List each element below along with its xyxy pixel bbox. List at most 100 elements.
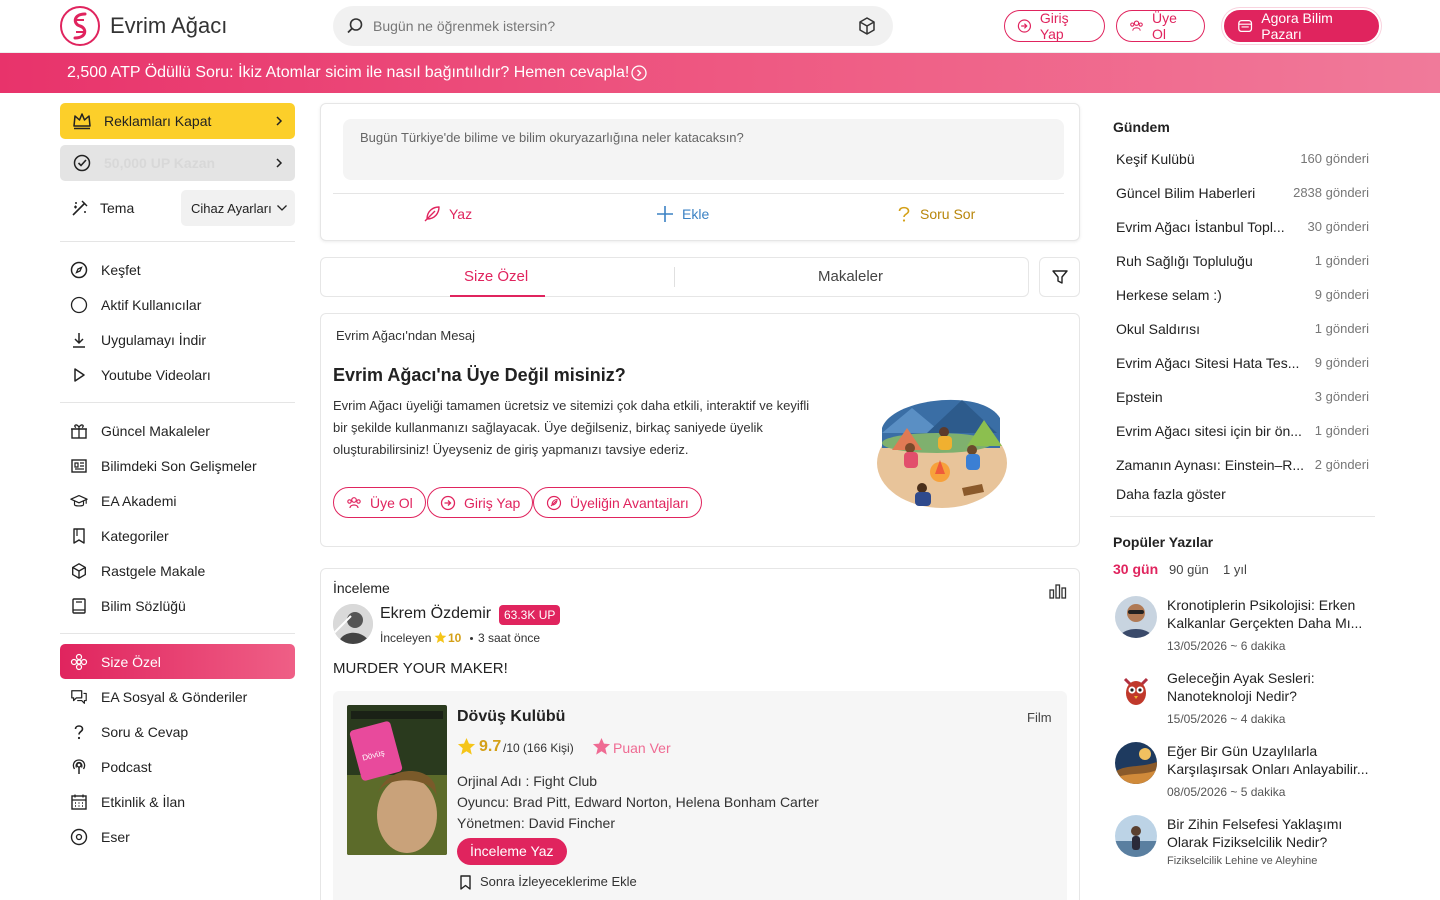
random-cube-icon[interactable] xyxy=(857,16,877,36)
agenda-item[interactable]: Okul Saldırısı 1 gönderi xyxy=(1116,321,1369,337)
write-button[interactable]: Yaz xyxy=(423,205,472,223)
sidebar-item-dictionary[interactable]: Bilim Sözlüğü xyxy=(70,594,186,618)
agenda-item[interactable]: Evrim Ağacı Sitesi Hata Tes... 9 gönderi xyxy=(1116,355,1369,371)
sidebar-item-science-news[interactable]: Bilimdeki Son Gelişmeler xyxy=(70,454,257,478)
popular-item-title[interactable]: Kronotiplerin Psikolojisi: Erken Kalkanl… xyxy=(1167,596,1372,632)
review-author[interactable]: Ekrem Özdemir xyxy=(380,605,491,623)
login-icon xyxy=(1017,19,1032,33)
sidebar-item-label: EA Sosyal & Gönderiler xyxy=(101,689,248,705)
theme-select[interactable]: Cihaz Ayarları xyxy=(181,190,295,226)
rate-button[interactable]: Puan Ver xyxy=(613,740,671,756)
movie-title[interactable]: Dövüş Kulübü xyxy=(457,708,565,726)
agenda-item[interactable]: Herkese selam :) 9 gönderi xyxy=(1116,287,1369,303)
membership-benefits-button[interactable]: Üyeliğin Avantajları xyxy=(533,487,702,518)
up-badge: 63.3K UP xyxy=(499,605,561,625)
chevron-down-icon xyxy=(276,205,287,211)
sidebar-item-active-users[interactable]: Aktif Kullanıcılar xyxy=(70,293,201,317)
banner-text[interactable]: 2,500 ATP Ödüllü Soru: İkiz Atomlar sici… xyxy=(67,64,629,82)
period-90-days[interactable]: 90 gün xyxy=(1169,562,1209,577)
popular-item-title[interactable]: Bir Zihin Felsefesi Yaklaşımı Olarak Fiz… xyxy=(1167,815,1372,851)
agenda-item[interactable]: Keşif Kulübü 160 gönderi xyxy=(1116,151,1369,167)
sidebar-item-podcast[interactable]: Podcast xyxy=(70,755,152,779)
sidebar-item-categories[interactable]: Kategoriler xyxy=(70,524,169,548)
search-bar[interactable]: Bugün ne öğrenmek istersin? xyxy=(333,6,893,46)
agenda-item[interactable]: Güncel Bilim Haberleri 2838 gönderi xyxy=(1116,185,1369,201)
sidebar-item-download-app[interactable]: Uygulamayı İndir xyxy=(70,328,206,352)
sidebar-item-qa[interactable]: Soru & Cevap xyxy=(70,720,188,744)
sidebar-item-current-articles[interactable]: Güncel Makaleler xyxy=(70,419,210,443)
popular-item-title[interactable]: Geleceğin Ayak Sesleri: Nanoteknoloji Ne… xyxy=(1167,669,1372,705)
sidebar-item-academy[interactable]: EA Akademi xyxy=(70,489,177,513)
avatar[interactable] xyxy=(1115,742,1157,784)
close-ads-button[interactable]: Reklamları Kapat xyxy=(60,103,295,139)
feather-icon xyxy=(546,495,562,510)
watchlist-button[interactable]: Sonra İzleyeceklerime Ekle xyxy=(480,874,637,889)
sidebar-item-works[interactable]: Eser xyxy=(70,825,130,849)
earn-up-button[interactable]: 50,000 UP Kazan xyxy=(60,145,295,181)
filter-button[interactable] xyxy=(1039,257,1080,297)
agenda-item-name: Evrim Ağacı İstanbul Topl... xyxy=(1116,219,1285,235)
book-icon xyxy=(70,527,88,545)
rate-star-icon[interactable] xyxy=(592,737,611,756)
agenda-item-name: Evrim Ağacı sitesi için bir ön... xyxy=(1116,423,1302,439)
login-button[interactable]: Giriş Yap xyxy=(1004,10,1105,42)
movie-type: Film xyxy=(1027,710,1052,725)
arrow-circle-icon[interactable] xyxy=(631,65,647,81)
agenda-item-name: Epstein xyxy=(1116,389,1163,405)
avatar[interactable] xyxy=(1115,815,1157,857)
bookmark-icon[interactable] xyxy=(459,875,472,890)
sidebar-item-youtube[interactable]: Youtube Videoları xyxy=(70,363,211,387)
agenda-item[interactable]: Ruh Sağlığı Topluluğu 1 gönderi xyxy=(1116,253,1369,269)
reviewer-role: İnceleyen xyxy=(380,631,432,645)
podcast-icon xyxy=(70,758,88,776)
promo-banner[interactable]: 2,500 ATP Ödüllü Soru: İkiz Atomlar sici… xyxy=(0,53,1440,93)
agora-button[interactable]: Agora Bilim Pazarı xyxy=(1224,10,1379,42)
tab-articles[interactable]: Makaleler xyxy=(818,268,883,285)
agenda-item-count: 1 gönderi xyxy=(1314,423,1369,438)
stats-icon[interactable] xyxy=(1048,582,1068,600)
tab-personal[interactable]: Size Özel xyxy=(464,268,528,285)
sidebar-item-label: Güncel Makaleler xyxy=(101,423,210,439)
agora-label: Agora Bilim Pazarı xyxy=(1261,10,1333,42)
agenda-item[interactable]: Zamanın Aynası: Einstein–R... 2 gönderi xyxy=(1116,457,1369,473)
signup-button[interactable]: Üye Ol xyxy=(1116,10,1205,42)
sidebar-item-random-article[interactable]: Rastgele Makale xyxy=(70,559,205,583)
campfire-illustration xyxy=(872,388,1010,514)
sidebar-item-label: Bilim Sözlüğü xyxy=(101,598,186,614)
avatar[interactable] xyxy=(1115,669,1157,711)
agenda-item[interactable]: Epstein 3 gönderi xyxy=(1116,389,1369,405)
avatar[interactable] xyxy=(333,604,373,644)
logo-icon[interactable] xyxy=(60,6,100,46)
search-input[interactable]: Bugün ne öğrenmek istersin? xyxy=(373,18,555,34)
agenda-item[interactable]: Evrim Ağacı sitesi için bir ön... 1 gönde… xyxy=(1116,423,1369,439)
brand-name[interactable]: Evrim Ağacı xyxy=(110,13,227,39)
agenda-item[interactable]: Evrim Ağacı İstanbul Topl... 30 gönderi xyxy=(1116,219,1369,235)
avatar[interactable] xyxy=(1115,596,1157,638)
sidebar-item-kesfet[interactable]: Keşfet xyxy=(70,258,141,282)
agenda-item-name: Keşif Kulübü xyxy=(1116,151,1195,167)
composer-input[interactable]: Bugün Türkiye'de bilime ve bilim okuryaz… xyxy=(343,119,1064,180)
period-1-year[interactable]: 1 yıl xyxy=(1223,562,1247,577)
membership-benefits-label: Üyeliğin Avantajları xyxy=(570,494,689,511)
sidebar-item-personal[interactable]: Size Özel xyxy=(70,650,161,674)
popular-item-title[interactable]: Eğer Bir Gün Uzaylılarla Karşılaşırsak O… xyxy=(1167,742,1372,778)
sidebar-item-events[interactable]: Etkinlik & İlan xyxy=(70,790,185,814)
sidebar-item-social[interactable]: EA Sosyal & Gönderiler xyxy=(70,685,247,709)
add-button[interactable]: Ekle xyxy=(656,205,709,223)
period-30-days[interactable]: 30 gün xyxy=(1113,561,1158,577)
sidebar-item-label: Youtube Videoları xyxy=(101,367,211,383)
card-signup-label: Üye Ol xyxy=(370,494,413,511)
question-icon xyxy=(70,723,88,741)
sidebar-divider xyxy=(60,402,295,403)
movie-poster[interactable]: Dövüş xyxy=(347,705,447,855)
show-more-link[interactable]: Daha fazla göster xyxy=(1116,486,1226,502)
sidebar-item-label: Soru & Cevap xyxy=(101,724,189,740)
card-login-button[interactable]: Giriş Yap xyxy=(427,487,534,518)
newspaper-icon xyxy=(70,457,88,475)
sidebar-item-label: Rastgele Makale xyxy=(101,563,206,579)
sidebar-item-label: Podcast xyxy=(101,759,152,775)
card-signup-button[interactable]: Üye Ol xyxy=(333,487,426,518)
cast-label: Oyuncu: xyxy=(457,794,510,810)
write-review-button[interactable]: İnceleme Yaz xyxy=(457,838,567,865)
ask-question-button[interactable]: Soru Sor xyxy=(896,205,975,223)
